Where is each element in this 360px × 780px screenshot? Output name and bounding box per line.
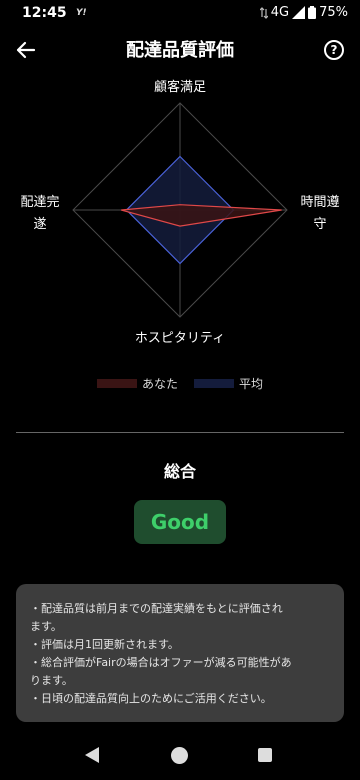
legend-swatch-you	[96, 379, 137, 388]
legend-label-you: あなた	[141, 377, 178, 391]
info-line: ・評価は月1回更新されます。	[30, 638, 179, 651]
info-line: ・総合評価がFairの場合はオファーが減る可能性があ	[30, 656, 292, 669]
axis-label-left-line-2: 遂	[33, 217, 47, 232]
signal-icon	[292, 6, 306, 19]
divider	[16, 432, 344, 433]
help-button[interactable]: ?	[324, 40, 344, 60]
axis-label-right-line-1: 時間遵	[300, 195, 340, 210]
overall-title: 総合	[163, 462, 196, 481]
app-header: 配達品質評価 ?	[0, 28, 360, 72]
screen: 12:45 Y! 4G 75% 配達品質評価 ? 顧客満足 時間遵 守 ホスピタ…	[0, 0, 360, 780]
triangle-back-icon	[85, 747, 99, 763]
chart-legend: あなた 平均	[0, 375, 360, 392]
legend-label-average: 平均	[239, 377, 264, 391]
axis-label-delivery-completion: 配達完 遂	[14, 192, 66, 236]
page-title: 配達品質評価	[126, 40, 234, 61]
status-bar: 12:45 Y! 4G 75%	[0, 0, 360, 28]
info-box: ・配達品質は前月までの配達実績をもとに評価され ます。 ・評価は月1回更新されま…	[16, 584, 344, 722]
nav-back-button[interactable]	[84, 746, 100, 768]
axis-label-left-line-1: 配達完	[20, 195, 60, 210]
axis-label-right-line-2: 守	[313, 217, 327, 232]
info-line: ります。	[30, 674, 73, 687]
axis-label-top-line: 顧客満足	[153, 80, 206, 95]
status-indicators: 4G 75%	[259, 5, 348, 20]
info-line: ます。	[30, 620, 62, 633]
axis-label-punctuality: 時間遵 守	[292, 192, 348, 236]
axis-label-bottom-line: ホスピタリティ	[134, 331, 226, 346]
network-type: 4G	[270, 5, 290, 20]
status-time: 12:45	[22, 5, 67, 21]
battery-percent: 75%	[319, 5, 348, 20]
radar-series	[121, 155, 282, 265]
legend-swatch-average	[194, 379, 234, 388]
axis-label-hospitality: ホスピタリティ	[110, 328, 250, 350]
legend-item-average: 平均	[194, 375, 263, 392]
question-mark-icon: ?	[330, 43, 338, 57]
axis-label-customer-satisfaction: 顧客満足	[130, 77, 230, 99]
circle-home-icon[interactable]	[171, 747, 188, 764]
radar-chart: 顧客満足 時間遵 守 ホスピタリティ 配達完 遂 あなた 平均	[0, 72, 360, 402]
nav-bar	[0, 736, 360, 780]
rating-badge: Good	[134, 500, 226, 544]
data-transfer-icon	[259, 6, 268, 19]
yahoo-notification-icon: Y!	[76, 8, 87, 18]
info-line: ・配達品質は前月までの配達実績をもとに評価され	[30, 602, 283, 615]
info-line: ・日頃の配達品質向上のためにご活用ください。	[30, 692, 272, 705]
legend-item-you: あなた	[96, 375, 178, 392]
square-recents-icon[interactable]	[258, 748, 272, 762]
battery-icon	[308, 6, 317, 19]
